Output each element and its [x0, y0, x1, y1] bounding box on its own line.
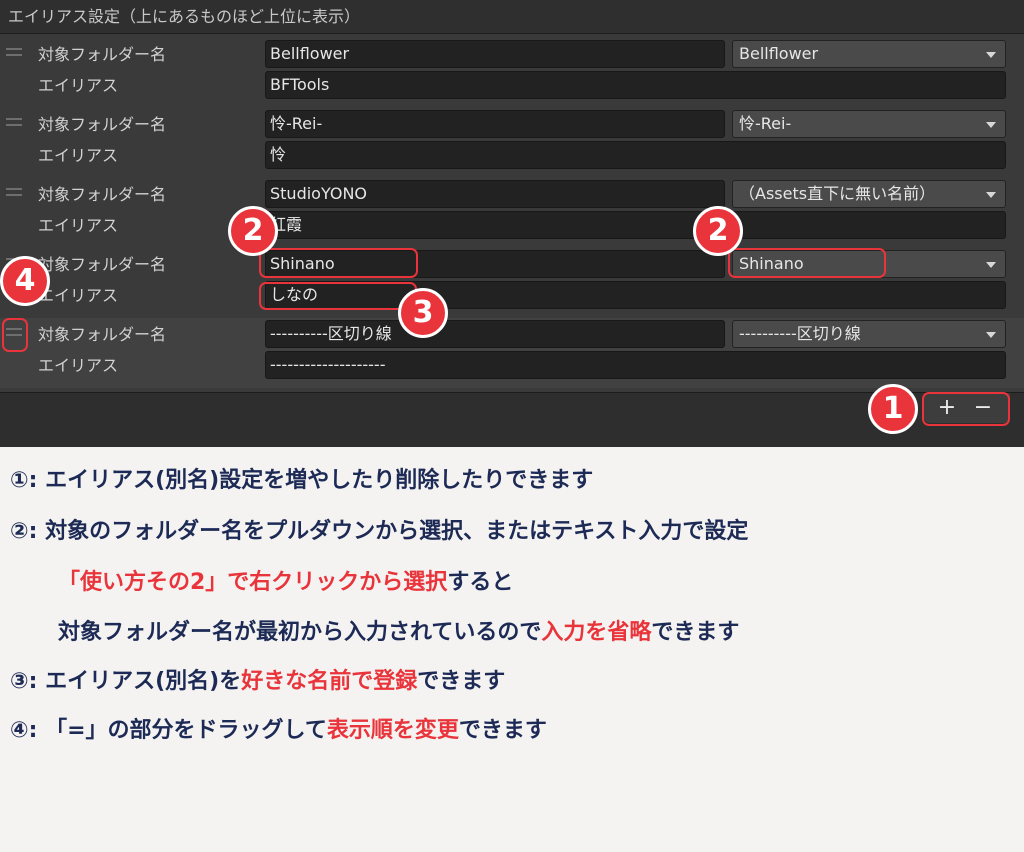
legend-line-1: ①: エイリアス(別名)設定を増やしたり削除したりできます — [10, 462, 593, 494]
alias-label: エイリアス — [38, 76, 119, 95]
badge-2-left: 2 — [228, 206, 278, 256]
folder-label: 対象フォルダー名 — [38, 325, 167, 344]
legend-highlight: 好きな名前で登録 — [241, 669, 418, 694]
alias-label: エイリアス — [38, 216, 119, 235]
folder-name-field[interactable]: Bellflower — [265, 40, 725, 68]
folder-dropdown[interactable]: （Assets直下に無い名前） — [732, 180, 1006, 208]
legend-text: できます — [651, 620, 740, 645]
folder-label: 対象フォルダー名 — [38, 115, 167, 134]
alias-label: エイリアス — [38, 146, 119, 165]
folder-name-field[interactable]: StudioYONO — [265, 180, 725, 208]
alias-field[interactable]: -------------------- — [265, 351, 1006, 379]
folder-name-field[interactable]: 怜-Rei- — [265, 110, 725, 138]
legend-text: すると — [447, 570, 514, 595]
legend-highlight: 表示順を変更 — [326, 718, 459, 743]
alias-settings-panel: エイリアス設定（上にあるものほど上位に表示） 対象フォルダー名 Bellflow… — [0, 0, 1024, 447]
legend-text: 対象フォルダー名が最初から入力されているので — [58, 620, 542, 645]
chevron-down-icon — [986, 122, 996, 128]
highlight-folder-dropdown — [728, 248, 886, 278]
alias-field[interactable]: BFTools — [265, 71, 1006, 99]
legend-text: できます — [458, 718, 547, 743]
highlight-folder-field — [259, 248, 418, 278]
highlight-drag-handle — [2, 318, 28, 352]
highlight-alias-field — [259, 282, 417, 310]
dropdown-value: （Assets直下に無い名前） — [739, 184, 936, 203]
chevron-down-icon — [986, 52, 996, 58]
alias-label: エイリアス — [38, 356, 119, 375]
legend-highlight: 「使い方その2」で右クリックから選択 — [58, 570, 448, 595]
dropdown-value: 怜-Rei- — [739, 114, 792, 133]
legend-text: ①: エイリアス(別名)設定を増やしたり削除したりできます — [10, 468, 594, 493]
badge-4: 4 — [0, 256, 50, 306]
legend-text: ④: 「=」の部分をドラッグして — [10, 718, 327, 743]
alias-field[interactable]: 怜 — [265, 141, 1006, 169]
badge-1: 1 — [868, 384, 918, 434]
alias-field[interactable]: 紅霞 — [265, 211, 1006, 239]
legend-text: ③: エイリアス(別名)を — [10, 669, 242, 694]
chevron-down-icon — [986, 192, 996, 198]
legend-line-4: 対象フォルダー名が最初から入力されているので入力を省略できます — [58, 614, 739, 646]
folder-dropdown[interactable]: 怜-Rei- — [732, 110, 1006, 138]
badge-2-right: 2 — [693, 206, 743, 256]
drag-handle-icon[interactable] — [6, 118, 22, 126]
folder-dropdown[interactable]: Bellflower — [732, 40, 1006, 68]
drag-handle-icon[interactable] — [6, 188, 22, 196]
legend-text: ②: 対象のフォルダー名をプルダウンから選択、またはテキスト入力で設定 — [10, 519, 749, 544]
legend-line-5: ③: エイリアス(別名)を好きな名前で登録できます — [10, 663, 505, 695]
folder-name-field[interactable]: ----------区切り線 — [265, 320, 725, 348]
folder-label: 対象フォルダー名 — [38, 45, 167, 64]
legend-text: できます — [417, 669, 506, 694]
folder-label: 対象フォルダー名 — [38, 255, 167, 274]
panel-header: エイリアス設定（上にあるものほど上位に表示） — [0, 0, 1024, 34]
folder-dropdown[interactable]: ----------区切り線 — [732, 320, 1006, 348]
drag-handle-icon[interactable] — [6, 48, 22, 56]
alias-entry: 対象フォルダー名 怜-Rei- 怜-Rei- エイリアス 怜 — [0, 108, 1024, 178]
chevron-down-icon — [986, 332, 996, 338]
alias-entry-separator: 対象フォルダー名 ----------区切り線 ----------区切り線 エ… — [0, 318, 1024, 388]
dropdown-value: ----------区切り線 — [739, 324, 861, 343]
alias-entry: 対象フォルダー名 StudioYONO （Assets直下に無い名前） エイリア… — [0, 178, 1024, 248]
chevron-down-icon — [986, 262, 996, 268]
legend-line-3: 「使い方その2」で右クリックから選択すると — [58, 564, 513, 596]
legend-line-2: ②: 対象のフォルダー名をプルダウンから選択、またはテキスト入力で設定 — [10, 513, 748, 545]
legend-highlight: 入力を省略 — [541, 620, 652, 645]
dropdown-value: Bellflower — [739, 44, 819, 63]
folder-label: 対象フォルダー名 — [38, 185, 167, 204]
legend-line-6: ④: 「=」の部分をドラッグして表示順を変更できます — [10, 712, 547, 744]
badge-3: 3 — [398, 288, 448, 338]
highlight-add-remove — [922, 392, 1010, 426]
alias-entry: 対象フォルダー名 Bellflower Bellflower エイリアス BFT… — [0, 38, 1024, 108]
alias-label: エイリアス — [38, 286, 119, 305]
